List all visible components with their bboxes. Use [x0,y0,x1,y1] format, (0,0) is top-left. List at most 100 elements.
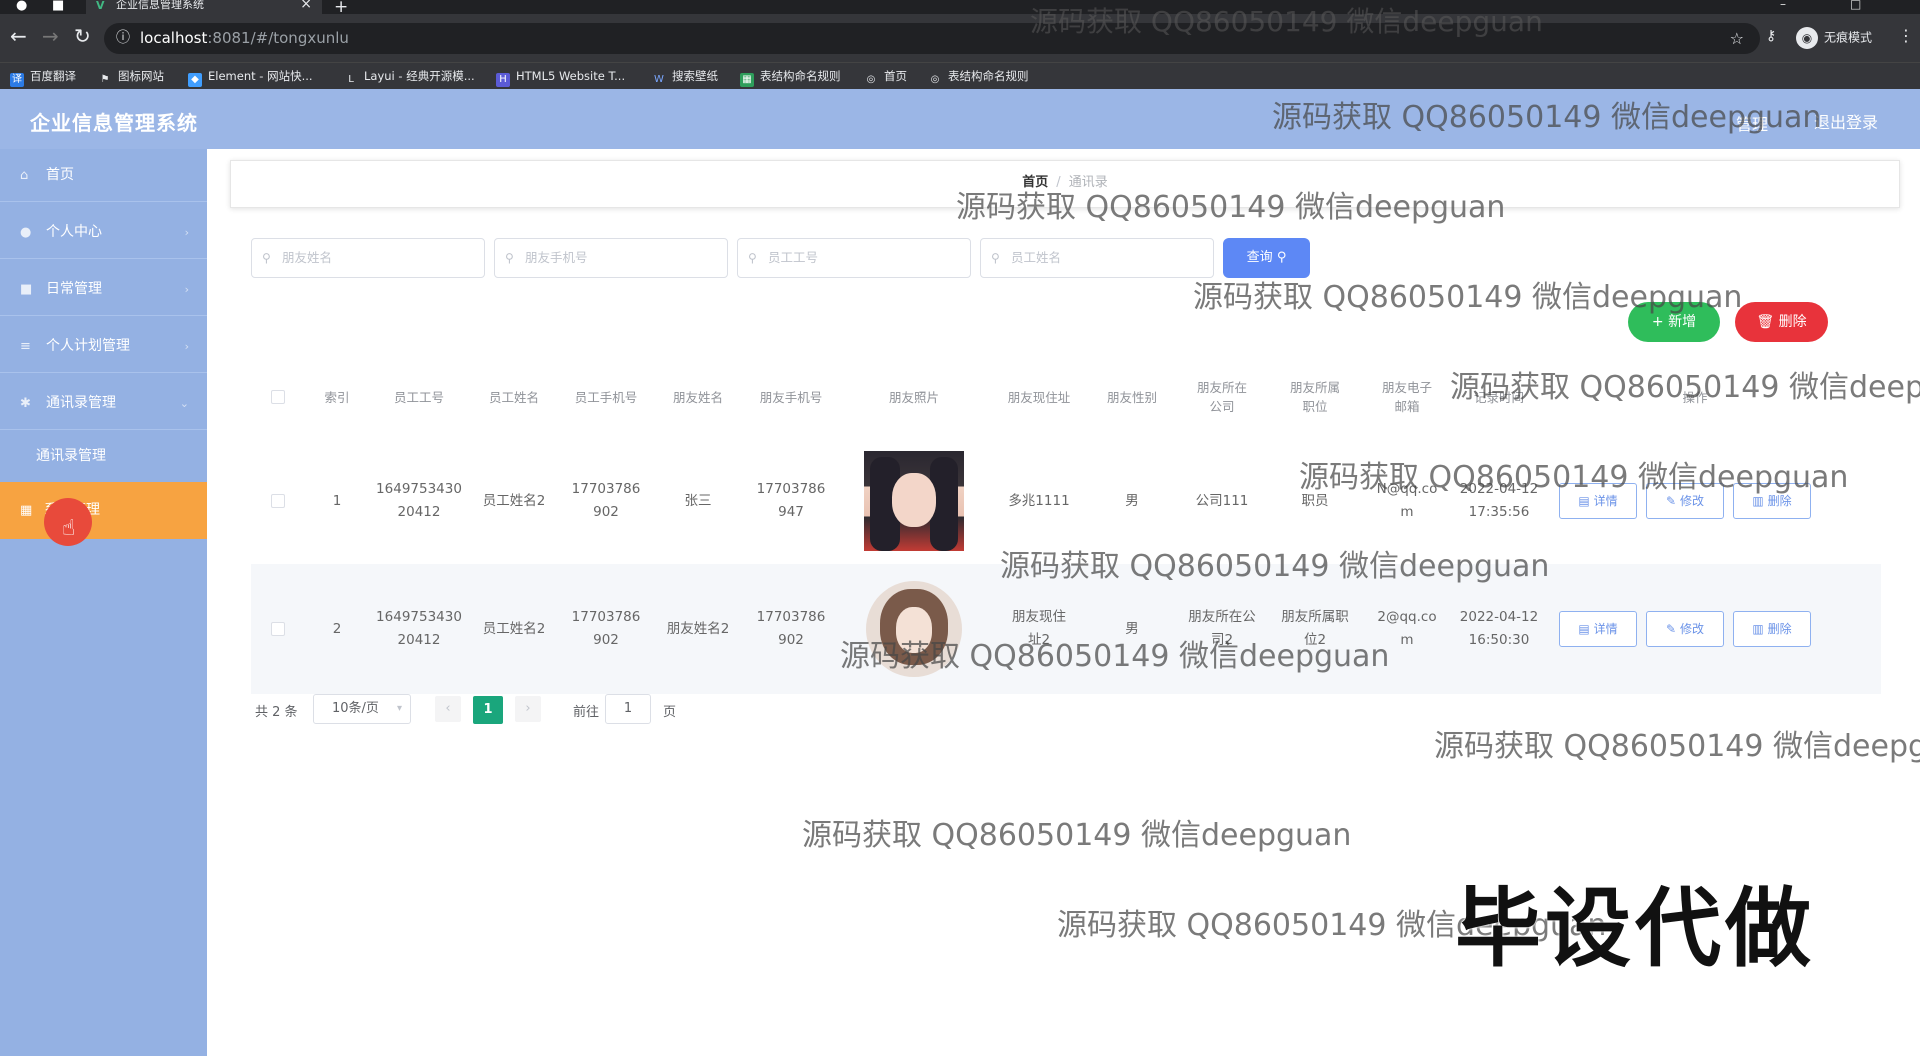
search-icon: ⚲ [505,251,514,265]
browser-menu-icon[interactable]: ⋮ [1898,26,1914,45]
row-select-cell [251,564,305,694]
select-all-checkbox[interactable] [271,390,285,404]
incognito-icon: ◉ [1796,27,1818,49]
prev-page-button[interactable]: ‹ [435,696,461,722]
friend-phone-input[interactable]: ⚲ 朋友手机号 [494,238,728,278]
browser-tab-strip: ● ■ V 企业信息管理系统 × + – □ [0,0,1920,17]
sidebar-item-system[interactable]: ▦ 系统管理 [0,482,207,539]
reload-icon[interactable]: ↻ [74,26,91,46]
globe-icon: ◎ [866,74,876,85]
bookmark-item[interactable]: ◎ 表结构命名规则 [928,69,1029,87]
page-number-current[interactable]: 1 [473,696,503,724]
forward-icon[interactable]: → [42,26,59,46]
back-icon[interactable]: ← [10,26,27,46]
edit-icon: ✎ [1666,622,1677,636]
bookmark-star-icon[interactable]: ☆ [1730,23,1744,54]
row-select-cell [251,439,305,563]
vue-favicon-icon: V [96,0,105,12]
profile-label: 无痕模式 [1824,30,1873,45]
cell-emp-no: 1649753430 20412 [376,481,462,520]
column-header: 员工手机号 [574,389,638,405]
goto-page-input[interactable]: 1 [605,694,651,724]
window-maximize-icon[interactable]: □ [1850,0,1861,11]
employee-name-input[interactable]: ⚲ 员工姓名 [980,238,1214,278]
cell-friend-phone: 17703786947 [756,481,826,520]
doc-icon: ■ [20,282,33,297]
bookmark-item[interactable]: ⚑ 图标网站 [98,69,164,87]
bookmark-item[interactable]: W 搜索壁纸 [652,69,718,87]
html5-icon: H [496,73,510,87]
bookmark-item[interactable]: ▦ 表结构命名规则 [740,69,841,87]
cell-friend-photo [839,439,989,563]
element-icon: ◆ [188,73,202,87]
browser-tab[interactable]: V 企业信息管理系统 × [86,0,322,14]
browser-tab-title: 企业信息管理系统 [116,0,204,11]
row-delete-button[interactable]: ▥ 删除 [1733,611,1811,647]
column-header: 员工姓名 [488,389,539,405]
sidebar: ⌂ 首页 ● 个人中心 › ■ 日常管理 › ≡ 个人计划管理 › ✱ 通讯录管理 ⌄ 通讯录管理… [0,149,207,1056]
home-icon: ⌂ [20,168,29,183]
search-icon: ⚲ [1276,250,1287,265]
trash-icon: 🗑 [1756,314,1775,330]
cell-index: 1 [332,492,342,509]
watermark-text: 源码获取 QQ86050149 微信deepguan [1299,460,1849,495]
tab-close-icon[interactable]: × [300,0,312,11]
sidebar-item-contacts[interactable]: ✱ 通讯录管理 ⌄ [0,377,207,430]
bookmark-item[interactable]: L Layui - 经典开源模... [344,69,474,87]
detail-icon: ▤ [1578,622,1590,636]
cell-emp-no: 1649753430 20412 [376,609,462,648]
watermark-text: 源码获取 QQ86050149 微信deepguan [1272,100,1822,135]
column-header: 朋友现住址 [1007,389,1071,405]
logout-button[interactable]: 退出登录 [1814,109,1878,133]
edit-button[interactable]: ✎ 修改 [1646,611,1724,647]
detail-icon: ▤ [1578,494,1590,508]
bookmark-item[interactable]: H HTML5 Website T... [496,69,625,87]
user-icon: ● [20,225,32,240]
sidebar-subitem-contacts[interactable]: 通讯录管理 [0,431,207,481]
row-checkbox[interactable] [271,622,285,636]
cell-friend-phone: 17703786902 [756,609,826,648]
window-minimize-icon[interactable]: – [1780,0,1786,11]
flag-icon: ⚑ [100,74,110,85]
incognito-profile[interactable]: ◉ 无痕模式 [1796,27,1872,49]
chevron-icon: › [184,283,189,296]
search-icon: ⚲ [991,251,1000,265]
sidebar-item-daily[interactable]: ■ 日常管理 › [0,263,207,316]
list-icon: ≡ [20,339,31,354]
trash-icon: ▥ [1752,622,1764,636]
watermark-text: 源码获取 QQ86050149 微信deepguan [1030,5,1543,38]
column-header: 索引 [324,389,350,405]
column-header: 朋友所在公司 [1196,380,1247,414]
site-info-icon[interactable]: ⓘ [116,23,130,54]
page-size-select[interactable]: 10条/页 ▾ [313,694,411,724]
hand-cursor-icon: ☝ [62,516,76,541]
bookmark-item[interactable]: 译百度翻译 [10,69,76,87]
trash-icon: ▥ [1752,494,1764,508]
sidebar-item-home[interactable]: ⌂ 首页 [0,149,207,202]
sidebar-item-plan[interactable]: ≡ 个人计划管理 › [0,320,207,373]
next-page-button[interactable]: › [515,696,541,722]
password-key-icon[interactable]: ⚷ [1766,28,1776,44]
bookmark-item[interactable]: ◆ Element - 网站快... [188,69,313,87]
row-checkbox[interactable] [271,494,285,508]
chevron-icon: › [184,226,189,239]
cell-index: 2 [332,620,342,637]
bookmark-item[interactable]: ◎ 首页 [864,69,907,87]
friend-name-input[interactable]: ⚲ 朋友姓名 [251,238,485,278]
detail-button[interactable]: ▤ 详情 [1559,611,1637,647]
url-path: :8081/#/tongxunlu [207,29,349,47]
search-icon: ⚲ [748,251,757,265]
watermark-text: 源码获取 QQ86050149 微信deepguan [1000,549,1550,584]
browser-logo-icon: ● [16,0,28,13]
sidebar-item-profile[interactable]: ● 个人中心 › [0,206,207,259]
watermark-text: 源码获取 QQ86050149 微信deepguan [956,190,1506,225]
tab-group-icon[interactable]: ■ [52,0,64,13]
search-icon: ⚲ [262,251,271,265]
layui-icon: L [348,74,354,85]
batch-delete-button[interactable]: 🗑 删除 [1735,302,1828,342]
cell-emp-name: 员工姓名2 [482,492,546,509]
watermark-text: 源码获取 QQ86050149 微信deepguan [1450,370,1920,405]
column-header: 朋友姓名 [672,389,723,405]
employee-no-input[interactable]: ⚲ 员工工号 [737,238,971,278]
watermark-text: 源码获取 QQ86050149 微信deepguan [1193,280,1743,315]
